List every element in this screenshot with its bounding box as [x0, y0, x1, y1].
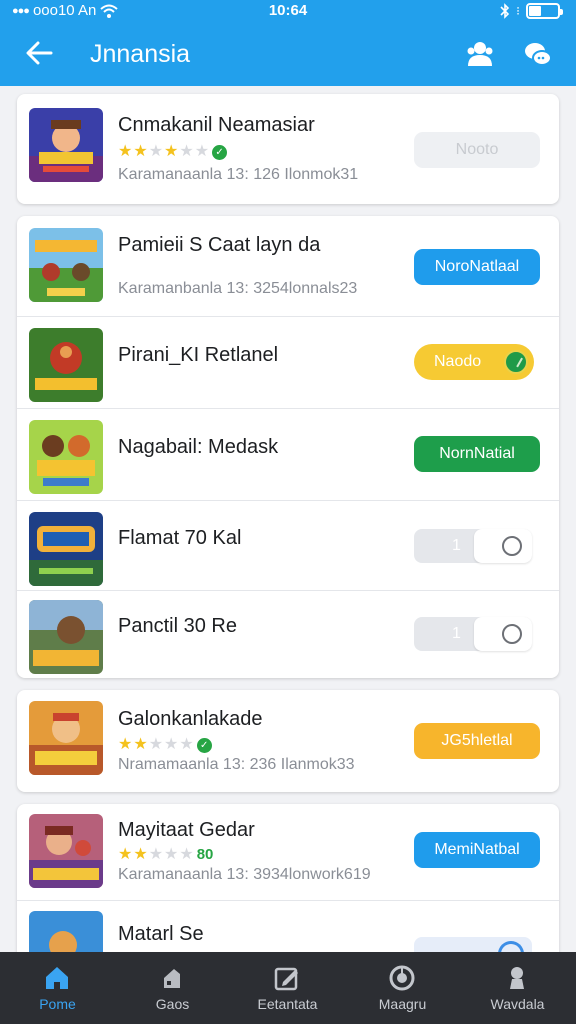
- tab-edit[interactable]: Eetantata: [230, 952, 345, 1024]
- list-item[interactable]: Galonkanlakade ★★★★★ ✓ Nramamaanla 13: 23…: [17, 690, 559, 792]
- tab-label: Maagru: [378, 996, 427, 1012]
- app-name: Galonkanlakade: [118, 708, 263, 730]
- status-bar: ●●● ooo10 An 10:64 ⁝: [0, 0, 576, 26]
- bottom-tab-bar: Pome Gaos Eetantata Maagru Wavdala: [0, 952, 576, 1024]
- app-thumbnail: [29, 108, 103, 182]
- app-thumbnail: [29, 420, 103, 494]
- install-button[interactable]: NoroNatlaal: [414, 249, 540, 285]
- home-icon: [46, 967, 68, 989]
- app-name: Pamieii S Caat layn da: [118, 234, 321, 256]
- app-thumbnail: [29, 328, 103, 402]
- tab-label: Wavdala: [490, 996, 545, 1012]
- app-card: Mayitaat Gedar ★★★★★ 80 Karamanaanla 13: …: [17, 804, 559, 952]
- verified-check-icon: ✓: [212, 145, 228, 160]
- rating-badge: 80: [196, 846, 214, 863]
- app-meta: Karamanaanla 13: 3934lonwork619: [118, 866, 371, 883]
- app-card: Galonkanlakade ★★★★★ ✓ Nramamaanla 13: 23…: [17, 690, 559, 792]
- app-list: Cnmakanil Neamasiar ★★★★★★ ✓ Karamanaanla…: [0, 86, 576, 952]
- tab-label: Pome: [39, 996, 76, 1012]
- app-thumbnail: [29, 814, 103, 888]
- install-button[interactable]: Nooto: [414, 132, 540, 168]
- tab-games[interactable]: Gaos: [115, 952, 230, 1024]
- list-item[interactable]: Flamat 70 Kal 1: [17, 500, 559, 590]
- app-meta: Karamanaanla 13: 126 Ilonmok31: [118, 166, 359, 183]
- games-icon: [164, 969, 180, 988]
- toggle-switch[interactable]: 1: [414, 617, 532, 651]
- users-icon: [467, 42, 493, 66]
- list-item[interactable]: Pamieii S Caat layn da Karamanbanla 13: …: [17, 216, 559, 316]
- toggle-switch[interactable]: 1: [414, 529, 532, 563]
- install-button[interactable]: JG5hletlal: [414, 723, 540, 759]
- list-item[interactable]: Panctil 30 Re 1: [17, 590, 559, 678]
- app-card: Cnmakanil Neamasiar ★★★★★★ ✓ Karamanaanla…: [17, 94, 559, 204]
- app-meta: Karamanbanla 13: 3254lonnals23: [118, 280, 358, 297]
- users-button[interactable]: [464, 38, 496, 70]
- tab-dial[interactable]: Maagru: [345, 952, 460, 1024]
- install-button[interactable]: NornNatial: [414, 436, 540, 472]
- app-name: Panctil 30 Re: [118, 615, 237, 637]
- person-icon: [510, 967, 524, 989]
- install-button[interactable]: Naodo: [414, 344, 534, 380]
- star-rating: ★★★★★ 80: [118, 846, 214, 863]
- app-name: Mayitaat Gedar: [118, 819, 255, 841]
- battery-icon: [526, 3, 563, 19]
- back-arrow-icon: [26, 41, 53, 65]
- app-name: Cnmakanil Neamasiar: [118, 114, 315, 136]
- app-meta: Nramamaanla 13: 236 Ilanmok33: [118, 756, 355, 773]
- toggle-value: 1: [452, 625, 461, 642]
- app-thumbnail: [29, 600, 103, 674]
- app-thumbnail: [29, 512, 103, 586]
- toggle-knob: [474, 529, 532, 563]
- status-right: ⁝: [500, 3, 563, 19]
- app-thumbnail: [29, 911, 103, 952]
- tab-label: Eetantata: [257, 996, 318, 1012]
- dial-icon: [389, 965, 415, 991]
- bluetooth-icon: [500, 3, 510, 19]
- app-name: Pirani_KI Retlanel: [118, 344, 279, 366]
- chat-button[interactable]: [522, 38, 554, 70]
- app-name: Flamat 70 Kal: [118, 527, 242, 549]
- list-item[interactable]: Pirani_KI Retlanel Naodo: [17, 316, 559, 408]
- page-title: Jnnansia: [90, 40, 191, 68]
- app-name: Matarl Se: [118, 923, 204, 945]
- app-card: Pamieii S Caat layn da Karamanbanla 13: …: [17, 216, 559, 678]
- alarm-icon: ⁝: [516, 4, 520, 18]
- edit-icon: [274, 967, 298, 991]
- progress-icon: [504, 350, 528, 374]
- star-rating: ★★★★★★ ✓: [118, 141, 228, 161]
- list-item[interactable]: Matarl Se: [17, 900, 559, 952]
- app-thumbnail: [29, 228, 103, 302]
- chat-icon: [525, 43, 552, 66]
- verified-check-icon: ✓: [196, 738, 212, 753]
- star-rating: ★★★★★ ✓: [118, 734, 212, 754]
- back-button[interactable]: [22, 36, 56, 70]
- list-item[interactable]: Cnmakanil Neamasiar ★★★★★★ ✓ Karamanaanla…: [17, 94, 559, 204]
- list-item[interactable]: Nagabail: Medask NornNatial: [17, 408, 559, 500]
- app-name: Nagabail: Medask: [118, 436, 279, 458]
- list-item[interactable]: Mayitaat Gedar ★★★★★ 80 Karamanaanla 13: …: [17, 804, 559, 900]
- tab-profile[interactable]: Wavdala: [460, 952, 575, 1024]
- toggle-knob: [474, 617, 532, 651]
- tab-label: Gaos: [155, 996, 190, 1012]
- install-button-label: Naodo: [434, 353, 482, 370]
- tab-home[interactable]: Pome: [0, 952, 115, 1024]
- toggle-value: 1: [452, 537, 461, 554]
- install-button[interactable]: MemiNatbal: [414, 832, 540, 868]
- install-button[interactable]: [414, 937, 532, 952]
- app-thumbnail: [29, 701, 103, 775]
- status-time: 10:64: [268, 2, 308, 19]
- app-header: ●●● ooo10 An 10:64 ⁝ Jnnansia: [0, 0, 576, 86]
